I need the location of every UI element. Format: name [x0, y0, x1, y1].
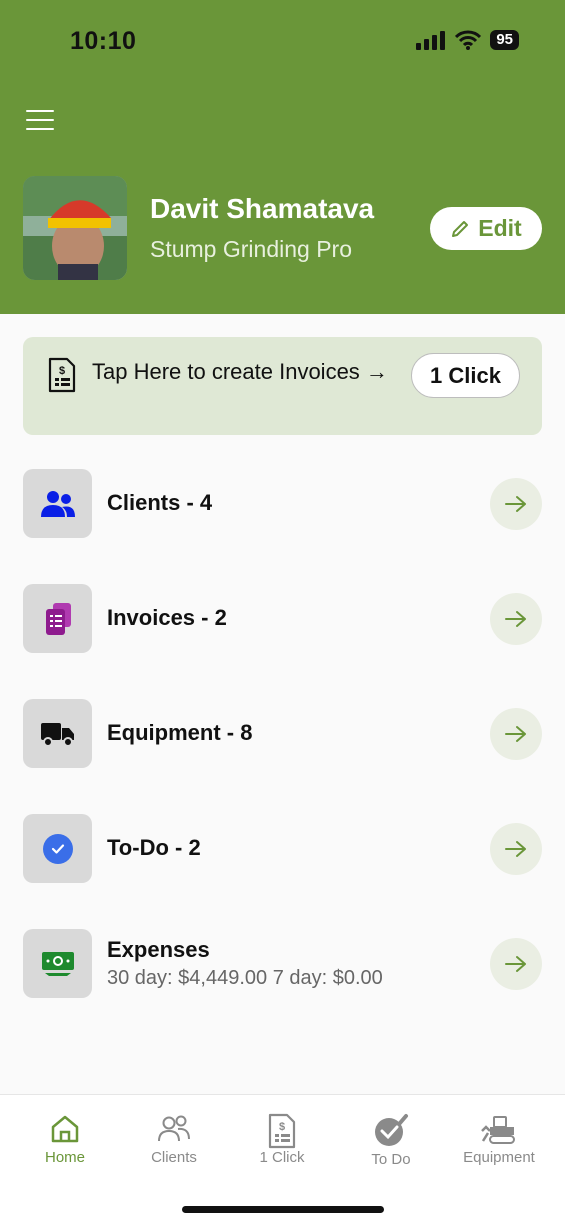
tab-equipment[interactable]: Equipment: [444, 1113, 554, 1166]
bulldozer-icon: [481, 1116, 515, 1144]
tab-one-click-label: 1 Click: [259, 1149, 305, 1166]
tab-clients-label: Clients: [151, 1149, 197, 1166]
invoices-arrow-button[interactable]: [490, 593, 542, 645]
invoice-doc-icon: $: [48, 357, 76, 393]
arrow-right-icon: [505, 611, 526, 627]
equipment-tile: [23, 699, 92, 768]
pencil-icon: [452, 220, 469, 237]
tab-home[interactable]: Home: [10, 1113, 120, 1166]
expenses-arrow-button[interactable]: [490, 938, 542, 990]
check-circle-icon: [42, 833, 73, 864]
truck-icon: [40, 722, 74, 747]
tab-todo-label: To Do: [371, 1151, 411, 1168]
battery-indicator: 95: [490, 30, 519, 50]
arrow-right-icon: [505, 956, 526, 972]
invoices-icon: [45, 602, 71, 635]
profile-header: 10:10 95 Davit Shamatava Stump Grinding …: [0, 0, 565, 314]
equipment-arrow-button[interactable]: [490, 708, 542, 760]
status-time: 10:10: [70, 27, 137, 55]
edit-profile-button[interactable]: Edit: [430, 207, 542, 250]
home-icon: [51, 1115, 79, 1143]
avatar: [23, 176, 127, 280]
profile-subtitle: Stump Grinding Pro: [150, 236, 352, 262]
todo-tile: [23, 814, 92, 883]
clients-icon: [158, 1115, 190, 1142]
tab-todo[interactable]: To Do: [336, 1113, 446, 1168]
bottom-tab-bar: Home Clients $ 1 Click To Do Equipment: [0, 1094, 565, 1224]
invoices-label: Invoices - 2: [107, 605, 227, 630]
cash-icon: [41, 951, 74, 976]
svg-text:$: $: [279, 1121, 285, 1133]
svg-text:$: $: [59, 365, 65, 377]
arrow-right-icon: [505, 726, 526, 742]
expenses-label: Expenses: [107, 937, 210, 962]
menu-item-todo[interactable]: To-Do - 2: [23, 814, 542, 884]
clients-tile: [23, 469, 92, 538]
hamburger-icon: [26, 110, 54, 112]
clients-arrow-button[interactable]: [490, 478, 542, 530]
invoices-tile: [23, 584, 92, 653]
tab-home-label: Home: [44, 1149, 85, 1166]
clients-label: Clients - 4: [107, 490, 213, 515]
status-icons: 95: [416, 30, 519, 50]
todo-label: To-Do - 2: [107, 835, 201, 860]
wifi-icon: [455, 30, 482, 50]
profile-name: Davit Shamatava: [150, 193, 375, 224]
banner-text: Tap Here to create Invoices →: [92, 359, 388, 384]
users-icon: [40, 490, 75, 517]
menu-item-equipment[interactable]: Equipment - 8: [23, 699, 542, 769]
menu-item-clients[interactable]: Clients - 4: [23, 469, 542, 539]
menu-button[interactable]: [26, 110, 54, 130]
todo-check-icon: [375, 1114, 408, 1146]
todo-arrow-button[interactable]: [490, 823, 542, 875]
tab-clients[interactable]: Clients: [119, 1113, 229, 1166]
avatar-photo: [23, 176, 127, 280]
one-click-button[interactable]: 1 Click: [411, 353, 520, 398]
menu-item-expenses[interactable]: Expenses 30 day: $4,449.00 7 day: $0.00: [23, 929, 542, 999]
arrow-right-icon: [505, 496, 526, 512]
menu-item-invoices[interactable]: Invoices - 2: [23, 584, 542, 654]
edit-label: Edit: [478, 215, 522, 241]
expenses-tile: [23, 929, 92, 998]
signal-icon: [416, 31, 446, 50]
expenses-summary: 30 day: $4,449.00 7 day: $0.00: [107, 967, 383, 989]
equipment-label: Equipment - 8: [107, 720, 253, 745]
arrow-right-icon: [505, 841, 526, 857]
create-invoice-banner[interactable]: $ Tap Here to create Invoices → 1 Click: [23, 337, 542, 435]
tab-one-click[interactable]: $ 1 Click: [227, 1113, 337, 1166]
home-indicator: [182, 1206, 384, 1213]
tab-equipment-label: Equipment: [463, 1149, 535, 1166]
invoice-doc-icon: $: [268, 1113, 296, 1149]
